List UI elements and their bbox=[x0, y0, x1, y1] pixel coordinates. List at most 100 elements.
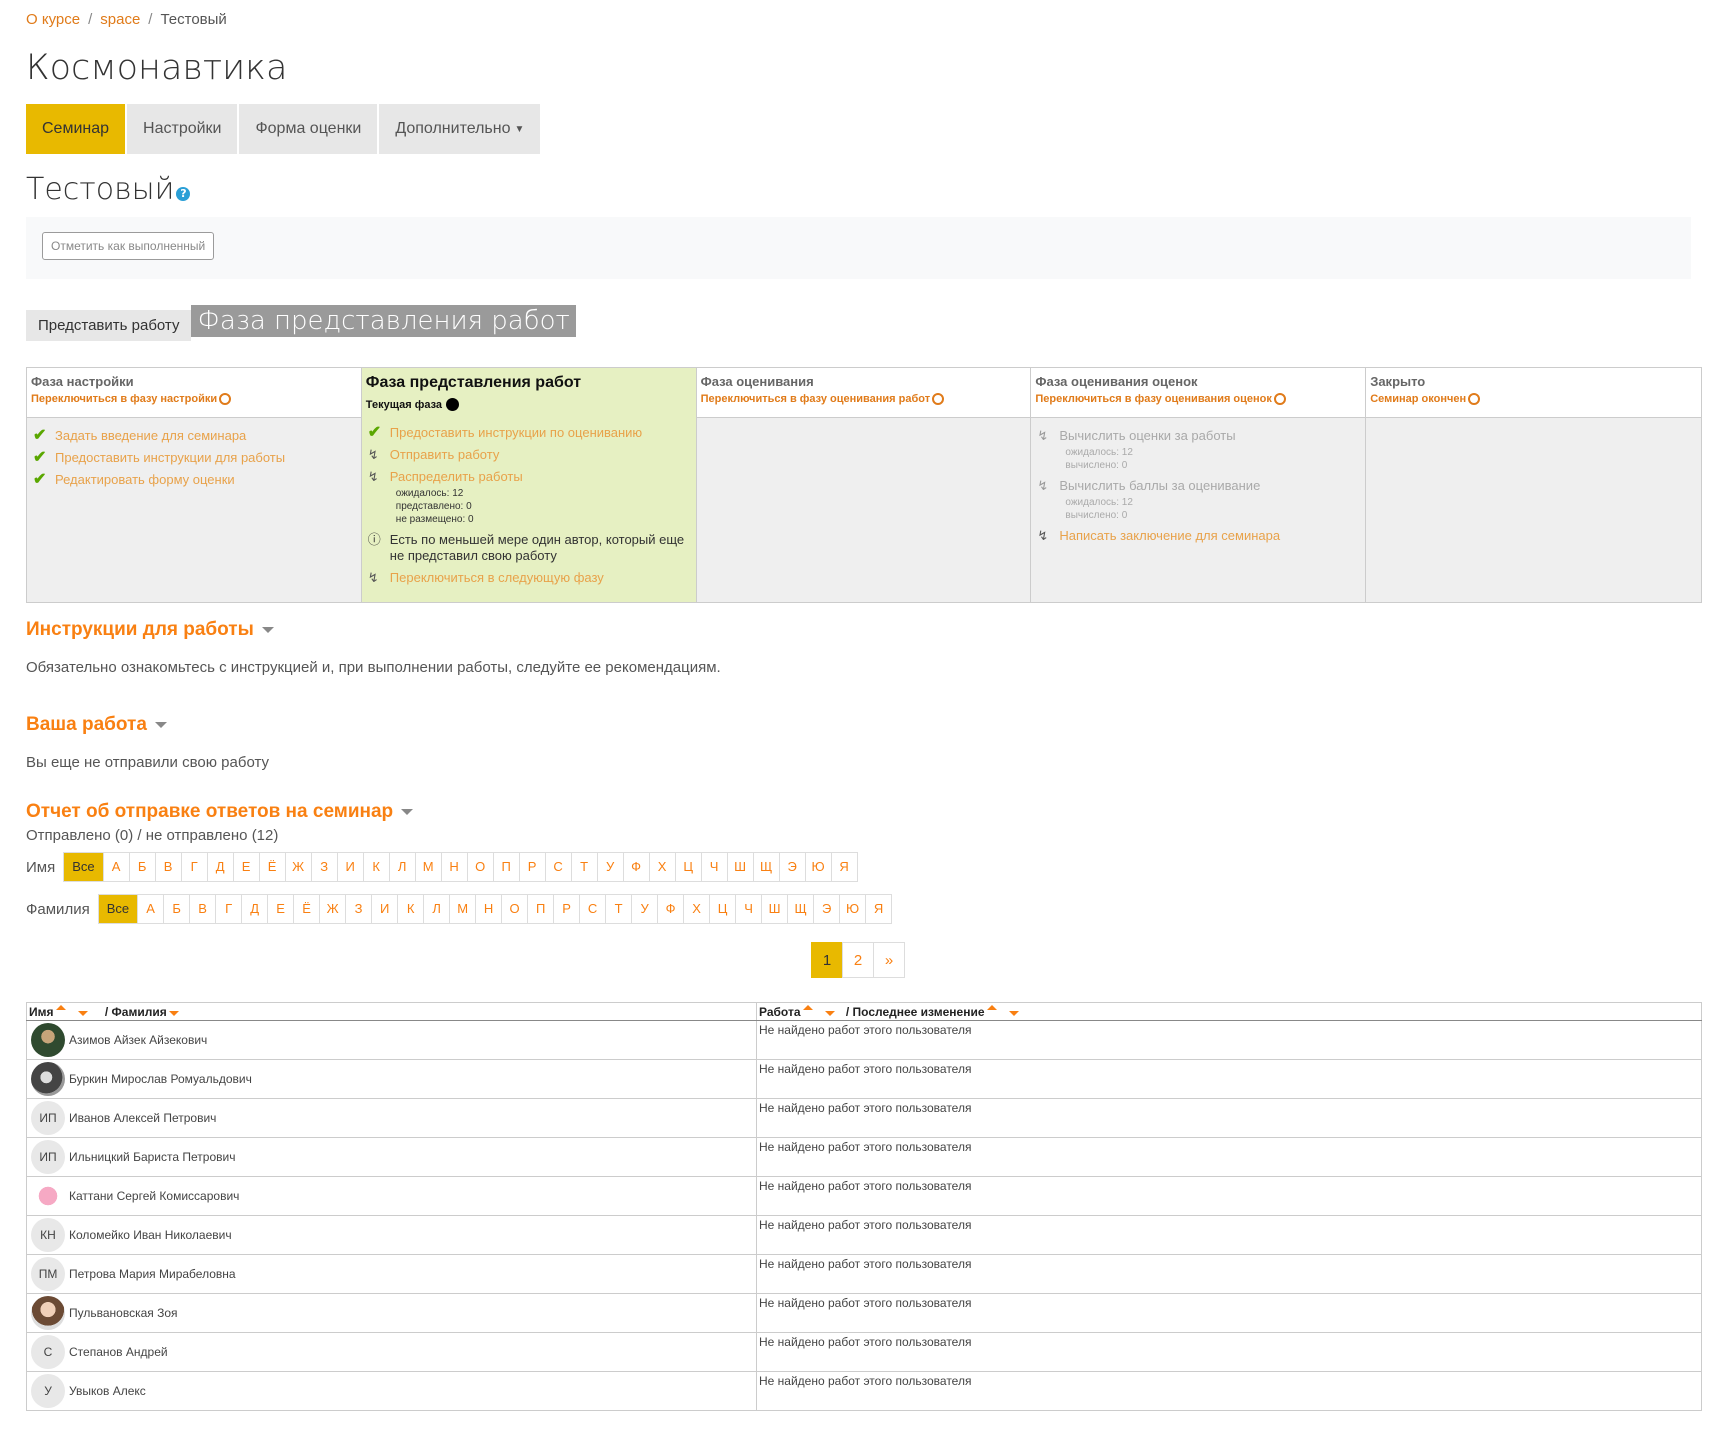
initial-letter[interactable]: Л bbox=[388, 853, 415, 881]
initial-letter[interactable]: Э bbox=[778, 853, 805, 881]
initial-letter[interactable]: В bbox=[189, 895, 215, 923]
mark-complete-button[interactable]: Отметить как выполненный bbox=[42, 232, 215, 260]
initial-letter[interactable]: Ю bbox=[804, 853, 831, 881]
initial-letter[interactable]: Ё bbox=[258, 853, 285, 881]
task-link[interactable]: Отправить работу bbox=[390, 447, 500, 462]
initial-letter[interactable]: Щ bbox=[752, 853, 779, 881]
sort-desc-icon[interactable] bbox=[77, 1010, 88, 1016]
next-phase-link[interactable]: Переключиться в следующую фазу bbox=[390, 570, 604, 585]
initial-letter[interactable]: Ш bbox=[726, 853, 753, 881]
task-link[interactable]: Задать введение для семинара bbox=[55, 428, 246, 443]
sort-asc-icon[interactable] bbox=[986, 1004, 997, 1010]
submit-work-button[interactable]: Представить работу bbox=[26, 310, 192, 341]
initial-letter[interactable]: Р bbox=[553, 895, 579, 923]
initial-letter[interactable]: Г bbox=[180, 853, 207, 881]
initial-letter[interactable]: Т bbox=[605, 895, 631, 923]
tab-assessment-form[interactable]: Форма оценки bbox=[239, 104, 378, 154]
initial-letter[interactable]: Ж bbox=[319, 895, 345, 923]
initial-letter[interactable]: Я bbox=[830, 853, 857, 881]
switch-phase-link[interactable]: Семинар окончен bbox=[1370, 393, 1697, 405]
avatar[interactable]: С bbox=[31, 1335, 65, 1369]
instructions-toggle[interactable]: Инструкции для работы bbox=[26, 619, 1691, 641]
sort-desc-icon[interactable] bbox=[1008, 1010, 1019, 1016]
sort-by-modified[interactable]: / Последнее изменение bbox=[846, 1005, 985, 1019]
initial-letter[interactable]: Я bbox=[865, 895, 891, 923]
switch-phase-link[interactable]: Переключиться в фазу оценивания оценок bbox=[1035, 393, 1361, 405]
initial-letter[interactable]: Е bbox=[232, 853, 259, 881]
initial-letter[interactable]: Ш bbox=[761, 895, 787, 923]
avatar[interactable]: КН bbox=[31, 1218, 65, 1252]
initial-letter[interactable]: З bbox=[345, 895, 371, 923]
page-2[interactable]: 2 bbox=[842, 942, 874, 978]
breadcrumb-link-course[interactable]: О курсе bbox=[26, 11, 80, 28]
initial-letter[interactable]: Ц bbox=[674, 853, 701, 881]
initial-letter[interactable]: Н bbox=[440, 853, 467, 881]
initial-letter[interactable]: Х bbox=[648, 853, 675, 881]
initial-letter[interactable]: О bbox=[466, 853, 493, 881]
initial-letter[interactable]: Щ bbox=[787, 895, 813, 923]
switch-phase-link[interactable]: Переключиться в фазу оценивания работ bbox=[701, 393, 1027, 405]
avatar[interactable] bbox=[31, 1062, 65, 1096]
sort-by-firstname[interactable]: Имя bbox=[29, 1005, 54, 1019]
user-name[interactable]: Каттани Сергей Комиссарович bbox=[69, 1189, 239, 1203]
task-link[interactable]: Редактировать форму оценки bbox=[55, 472, 235, 487]
switch-phase-link[interactable]: Переключиться в фазу настройки bbox=[31, 393, 357, 405]
user-name[interactable]: Буркин Мирослав Ромуальдович bbox=[69, 1072, 252, 1086]
initial-letter[interactable]: А bbox=[137, 895, 163, 923]
avatar[interactable]: ИП bbox=[31, 1140, 65, 1174]
initial-letter[interactable]: П bbox=[527, 895, 553, 923]
task-link[interactable]: Распределить работы bbox=[390, 469, 523, 484]
help-icon[interactable]: ? bbox=[176, 186, 191, 201]
initial-letter[interactable]: Т bbox=[570, 853, 597, 881]
initial-letter[interactable]: З bbox=[310, 853, 337, 881]
tab-settings[interactable]: Настройки bbox=[127, 104, 238, 154]
initial-letter[interactable]: Ю bbox=[839, 895, 865, 923]
user-name[interactable]: Увыков Алекс bbox=[69, 1384, 146, 1398]
initial-letter[interactable]: А bbox=[102, 853, 129, 881]
sort-by-work[interactable]: Работа bbox=[759, 1005, 801, 1019]
user-name[interactable]: Азимов Айзек Айзекович bbox=[69, 1033, 207, 1047]
initial-letter[interactable]: Л bbox=[423, 895, 449, 923]
initial-letter[interactable]: К bbox=[397, 895, 423, 923]
task-link[interactable]: Предоставить инструкции по оцениванию bbox=[390, 425, 642, 440]
sort-asc-icon[interactable] bbox=[802, 1004, 813, 1010]
page-1[interactable]: 1 bbox=[811, 942, 843, 978]
sort-asc-icon[interactable] bbox=[55, 1004, 66, 1010]
user-name[interactable]: Степанов Андрей bbox=[69, 1345, 168, 1359]
initial-all[interactable]: Все bbox=[98, 895, 138, 923]
avatar[interactable]: ПМ bbox=[31, 1257, 65, 1291]
user-name[interactable]: Коломейко Иван Николаевич bbox=[69, 1228, 232, 1242]
initial-letter[interactable]: О bbox=[501, 895, 527, 923]
user-name[interactable]: Ильницкий Бариста Петрович bbox=[69, 1150, 235, 1164]
initial-letter[interactable]: И bbox=[336, 853, 363, 881]
initial-letter[interactable]: Б bbox=[163, 895, 189, 923]
tab-more[interactable]: Дополнительно ▼ bbox=[379, 104, 541, 154]
initial-letter[interactable]: Ё bbox=[293, 895, 319, 923]
initial-letter[interactable]: Ц bbox=[709, 895, 735, 923]
initial-letter[interactable]: К bbox=[362, 853, 389, 881]
initial-letter[interactable]: П bbox=[492, 853, 519, 881]
initial-letter[interactable]: М bbox=[414, 853, 441, 881]
avatar[interactable] bbox=[31, 1023, 65, 1057]
avatar[interactable]: У bbox=[31, 1374, 65, 1408]
avatar[interactable] bbox=[31, 1179, 65, 1213]
initial-letter[interactable]: Н bbox=[475, 895, 501, 923]
initial-letter[interactable]: С bbox=[579, 895, 605, 923]
tab-seminar[interactable]: Семинар bbox=[26, 104, 126, 154]
initial-letter[interactable]: Д bbox=[206, 853, 233, 881]
initial-letter[interactable]: Г bbox=[215, 895, 241, 923]
initial-letter[interactable]: С bbox=[544, 853, 571, 881]
initial-letter[interactable]: В bbox=[154, 853, 181, 881]
initial-letter[interactable]: У bbox=[631, 895, 657, 923]
breadcrumb-link-space[interactable]: space bbox=[100, 11, 140, 28]
initial-letter[interactable]: Э bbox=[813, 895, 839, 923]
initial-letter[interactable]: Ч bbox=[735, 895, 761, 923]
initial-letter[interactable]: Х bbox=[683, 895, 709, 923]
initial-all[interactable]: Все bbox=[64, 853, 103, 881]
initial-letter[interactable]: Ф bbox=[622, 853, 649, 881]
initial-letter[interactable]: Б bbox=[128, 853, 155, 881]
avatar[interactable] bbox=[31, 1296, 65, 1330]
initial-letter[interactable]: Ж bbox=[284, 853, 311, 881]
initial-letter[interactable]: У bbox=[596, 853, 623, 881]
initial-letter[interactable]: Ф bbox=[657, 895, 683, 923]
